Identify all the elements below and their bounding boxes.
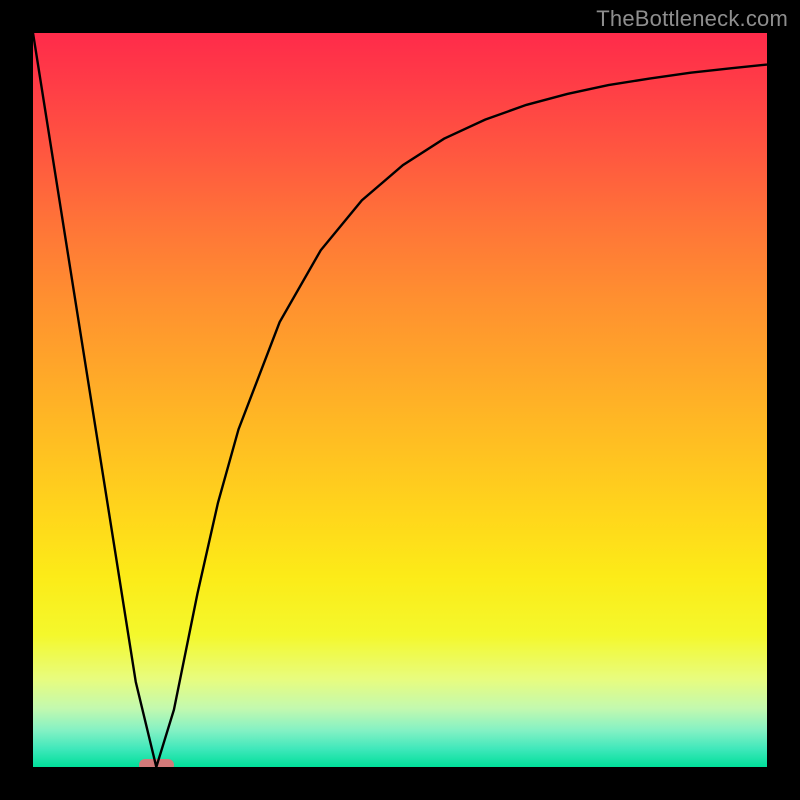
plot-area: [33, 33, 767, 767]
bottleneck-curve-path: [33, 33, 767, 767]
bottleneck-curve: [33, 33, 767, 767]
chart-frame: TheBottleneck.com: [0, 0, 800, 800]
watermark-text: TheBottleneck.com: [596, 6, 788, 32]
